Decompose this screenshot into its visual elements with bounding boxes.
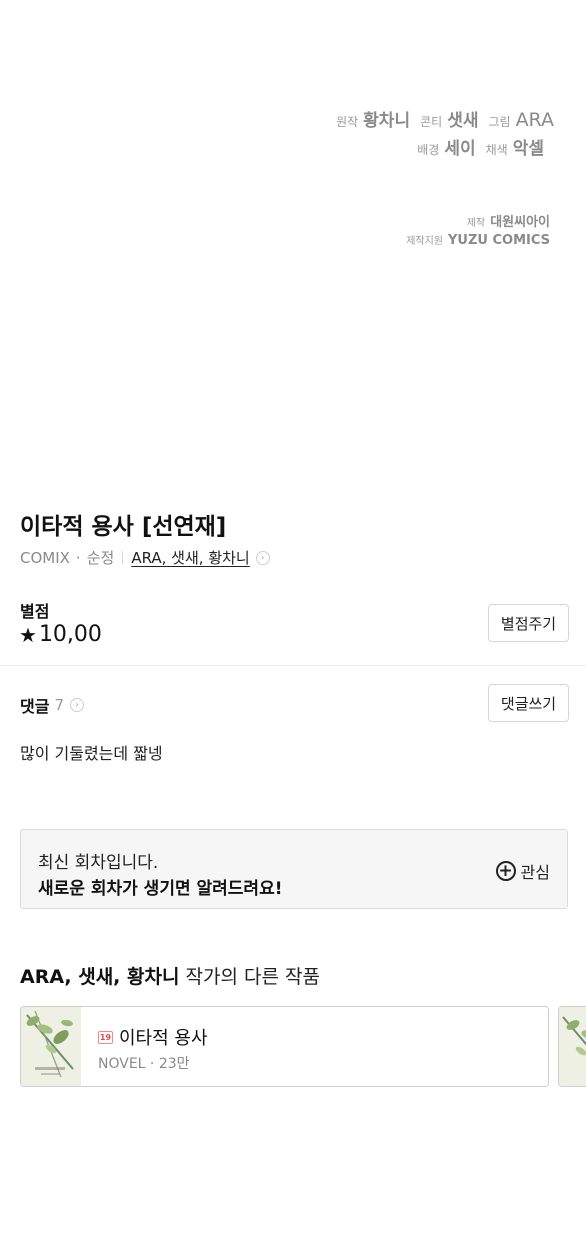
credit-art: 그림 ARA: [488, 109, 554, 131]
work-meta: COMIX · 순정 ARA, 샛새, 황차니 ›: [20, 547, 270, 568]
credit-production: 제작 대원씨아이: [467, 211, 550, 230]
credit-name: 대원씨아이: [490, 215, 550, 230]
chevron-right-icon[interactable]: ›: [255, 550, 270, 565]
credit-role: 콘티: [420, 115, 443, 129]
credits-row-2: 배경 세이 채색 악셀: [417, 134, 544, 159]
credit-coloring: 채색 악셀: [486, 134, 544, 159]
age-19-icon: 19: [98, 1030, 113, 1044]
credit-support: 제작지원 YUZU COMICS: [406, 232, 550, 248]
other-works-suffix: 작가의 다른 작품: [179, 966, 320, 988]
comments-label: 댓글: [20, 697, 50, 716]
credit-name: YUZU COMICS: [448, 233, 550, 248]
other-work-meta: NOVEL · 23만: [98, 1053, 190, 1073]
credit-original: 원작 황차니: [336, 106, 410, 131]
credits-row-1: 원작 황차니 콘티 샛새 그림 ARA: [336, 106, 554, 131]
credit-role: 원작: [336, 115, 359, 129]
rate-button[interactable]: 별점주기: [488, 604, 569, 642]
other-work-title: 이타적 용사: [119, 1028, 208, 1049]
section-divider: [0, 665, 586, 666]
credit-name: ARA: [515, 109, 554, 131]
credit-role: 제작지원: [406, 236, 443, 247]
write-comment-button[interactable]: 댓글쓰기: [488, 684, 569, 722]
other-work-type: NOVEL: [98, 1056, 146, 1072]
credit-conti: 콘티 샛새: [420, 106, 478, 131]
credit-role: 채색: [485, 143, 508, 157]
notice-line-2: 새로운 회차가 생기면 알려드려요!: [38, 879, 283, 899]
other-works-authors: ARA, 샛새, 황차니: [20, 966, 180, 988]
credit-name: 황차니: [363, 111, 411, 131]
credit-role: 제작: [466, 218, 486, 229]
cover-thumbnail: [21, 1007, 81, 1086]
work-genre: 순정: [86, 549, 115, 567]
plus-circle-icon: +: [495, 861, 516, 881]
other-work-card[interactable]: 19 이타적 용사 NOVEL · 23만: [20, 1006, 549, 1087]
other-work-card-next[interactable]: [558, 1006, 586, 1087]
latest-episode-notice: 최신 회차입니다. 새로운 회차가 생기면 알려드려요! + 관심: [20, 829, 568, 909]
comments-link[interactable]: 댓글 7 ›: [20, 693, 84, 717]
follow-button[interactable]: + 관심: [495, 859, 550, 883]
credit-role: 배경: [417, 143, 440, 157]
credit-name: 세이: [444, 139, 476, 159]
work-category: COMIX: [20, 548, 70, 567]
notice-line-1: 최신 회차입니다.: [38, 853, 159, 873]
other-works-heading: ARA, 샛새, 황차니 작가의 다른 작품: [20, 962, 320, 989]
other-work-title-row: 19 이타적 용사: [98, 1024, 208, 1050]
rating-value: ★ 10,00: [19, 622, 102, 647]
chevron-right-icon: ›: [70, 698, 84, 712]
star-icon: ★: [19, 622, 37, 647]
work-detail-page: 원작 황차니 콘티 샛새 그림 ARA 배경 세이 채색 악셀 제작 대원씨아이…: [0, 0, 586, 1238]
credit-role: 그림: [488, 115, 511, 129]
rating-label: 별점: [20, 602, 50, 621]
other-work-views: 23만: [158, 1056, 190, 1072]
credit-name: 샛새: [447, 111, 479, 131]
separator-dot: ·: [75, 548, 81, 567]
follow-label: 관심: [520, 863, 550, 882]
authors-link[interactable]: ARA, 샛새, 황차니: [131, 547, 249, 568]
latest-comment[interactable]: 많이 기둘렸는데 짧넹: [20, 740, 163, 764]
work-title: 이타적 용사 [선연재]: [20, 514, 227, 540]
credit-name: 악셀: [512, 139, 544, 159]
rating-number: 10,00: [38, 622, 102, 647]
divider: [122, 551, 124, 564]
cover-thumbnail: [559, 1007, 586, 1086]
comments-count: 7: [54, 696, 64, 714]
credit-background: 배경 세이: [417, 134, 475, 159]
separator-dot: ·: [149, 1056, 155, 1072]
